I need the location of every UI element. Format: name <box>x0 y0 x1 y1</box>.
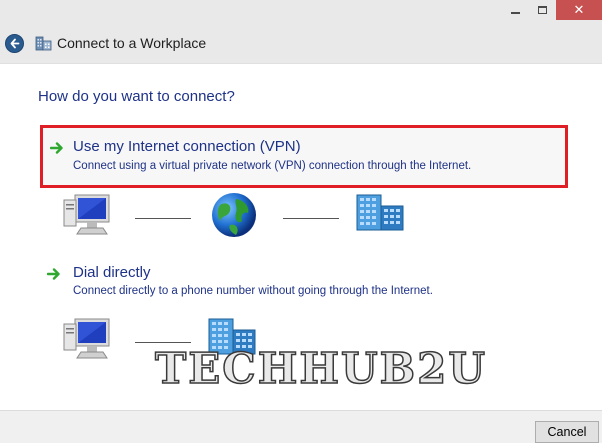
green-arrow-icon <box>47 268 60 280</box>
option-description: Connect directly to a phone number witho… <box>73 285 433 297</box>
vpn-diagram <box>0 188 602 248</box>
close-icon: ✕ <box>573 2 585 18</box>
close-button[interactable]: ✕ <box>556 0 602 20</box>
option-description: Connect using a virtual private network … <box>73 160 472 172</box>
watermark-text: TECHHUB2U <box>154 343 488 394</box>
minimize-icon <box>511 12 520 14</box>
workplace-icon <box>35 36 52 51</box>
cancel-button[interactable]: Cancel <box>535 421 599 443</box>
option-vpn[interactable]: Use my Internet connection (VPN) Connect… <box>40 125 568 188</box>
window-controls: ✕ <box>502 0 602 20</box>
computer-icon <box>63 318 110 359</box>
window-title: Connect to a Workplace <box>57 35 207 51</box>
option-title: Use my Internet connection (VPN) <box>73 138 301 155</box>
maximize-button[interactable] <box>529 0 556 20</box>
green-arrow-icon <box>50 142 63 154</box>
back-arrow-icon <box>10 38 20 49</box>
option-title: Dial directly <box>73 264 151 281</box>
page-heading: How do you want to connect? <box>38 88 235 105</box>
connection-line <box>135 218 191 219</box>
maximize-icon <box>538 6 547 14</box>
title-bar: ✕ Connect to a Workplace <box>0 0 602 64</box>
office-building-icon <box>356 194 404 231</box>
connection-line <box>283 218 339 219</box>
computer-icon <box>63 194 110 235</box>
globe-icon <box>212 193 256 237</box>
minimize-button[interactable] <box>502 0 529 20</box>
dialog-footer: Cancel <box>0 410 602 443</box>
option-dial-directly[interactable]: Dial directly Connect directly to a phon… <box>40 263 568 308</box>
connection-line <box>135 342 191 343</box>
back-button[interactable] <box>5 34 24 53</box>
